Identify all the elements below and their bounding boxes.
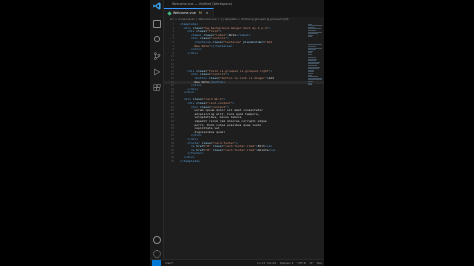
extensions-icon[interactable] xyxy=(153,84,161,92)
letterbox-left xyxy=(0,0,150,266)
close-icon[interactable]: × xyxy=(206,11,209,15)
minimap[interactable] xyxy=(308,23,322,86)
status-right: Ln 17, Col 24 Spaces: 2 UTF-8 LF Vue xyxy=(257,261,322,265)
explorer-icon[interactable] xyxy=(153,20,161,28)
letterbox-right xyxy=(324,0,474,266)
status-item[interactable]: Ln 17, Col 24 xyxy=(257,261,275,265)
code-editor[interactable]: 1 <template> 2 <div class="bg-background-d… xyxy=(164,22,324,238)
account-icon[interactable] xyxy=(153,236,161,244)
status-bar: main* Ln 17, Col 24 Spaces: 2 UTF-8 LF Vue xyxy=(150,259,324,266)
branch-indicator[interactable]: main* xyxy=(165,261,173,265)
line-number: 39 xyxy=(170,159,174,163)
tab-bar: Welcome.vue M × xyxy=(164,8,324,17)
tab-modified-badge: M xyxy=(198,11,202,15)
vscode-logo-icon xyxy=(153,2,161,10)
remote-indicator-icon[interactable] xyxy=(152,260,161,266)
title-bar: Welcome.vue — Untitled (Workspace) xyxy=(164,0,324,8)
window-title: Welcome.vue — Untitled (Workspace) xyxy=(172,2,233,6)
vscode-window: Welcome.vue — Untitled (Workspace) Welco… xyxy=(150,0,324,266)
settings-gear-icon[interactable] xyxy=(153,250,161,258)
tab-label: Welcome.vue xyxy=(173,11,196,15)
status-item[interactable]: UTF-8 xyxy=(297,261,305,265)
source-control-icon[interactable] xyxy=(153,52,161,60)
search-icon[interactable] xyxy=(154,36,160,42)
tab-welcome-vue[interactable]: Welcome.vue M × xyxy=(164,8,214,17)
minimap-line xyxy=(308,36,312,38)
vue-file-icon xyxy=(167,10,172,16)
minimap-line xyxy=(308,84,313,86)
status-item[interactable]: Spaces: 2 xyxy=(280,261,294,265)
activity-bar xyxy=(150,0,164,266)
status-item[interactable]: Vue xyxy=(317,261,322,265)
line-source: </template> xyxy=(180,158,200,163)
minimap-line xyxy=(308,53,312,55)
status-item[interactable]: LF xyxy=(310,261,313,265)
code-line[interactable]: 39 </template> xyxy=(164,158,324,164)
run-debug-icon[interactable] xyxy=(153,68,161,76)
